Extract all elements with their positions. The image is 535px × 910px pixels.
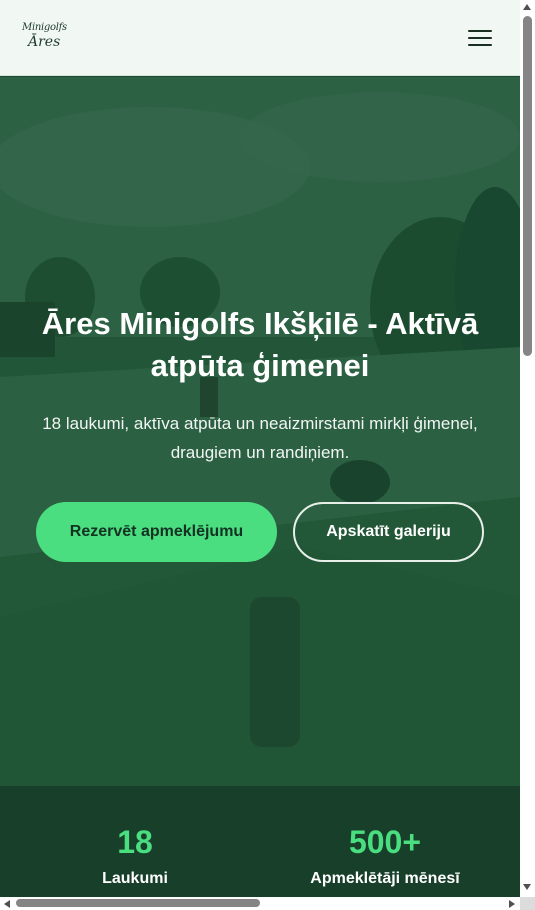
hero-title: Āres Minigolfs Ikšķilē - Aktīvā atpūta ģ…: [41, 306, 479, 383]
stat-visitors: 500+ Apmeklētāji mēnesī: [300, 824, 470, 890]
hero-subtitle: 18 laukumi, aktīva atpūta un neaizmirsta…: [42, 414, 478, 462]
stat-value: 500+: [348, 824, 422, 860]
view-gallery-button[interactable]: Apskatīt galeriju: [293, 502, 484, 562]
stat-value: 18: [117, 824, 153, 860]
site-header: Minigolfs Āres: [0, 0, 520, 76]
logo-text-line1: Minigolfs: [22, 22, 67, 33]
scroll-right-arrow-icon[interactable]: [509, 900, 515, 908]
hamburger-bar: [468, 30, 492, 32]
vertical-scrollbar[interactable]: [520, 0, 535, 897]
hamburger-menu-icon[interactable]: [466, 27, 494, 49]
scroll-up-arrow-icon[interactable]: [523, 4, 531, 10]
reserve-visit-button[interactable]: Rezervēt apmeklējumu: [36, 502, 277, 562]
page: Minigolfs Āres Āres Minigolfs Ikšķilē - …: [0, 0, 520, 897]
stat-label: Laukumi: [102, 870, 168, 887]
scroll-left-arrow-icon[interactable]: [4, 900, 10, 908]
horizontal-scroll-thumb[interactable]: [16, 899, 260, 907]
stat-label: Apmeklētāji mēnesī: [310, 870, 460, 887]
hero-section: Āres Minigolfs Ikšķilē - Aktīvā atpūta ģ…: [0, 77, 520, 786]
scroll-down-arrow-icon[interactable]: [523, 884, 531, 890]
logo[interactable]: Minigolfs Āres: [22, 22, 67, 54]
scrollbar-corner: [520, 897, 535, 910]
vertical-scroll-thumb[interactable]: [523, 16, 532, 356]
hamburger-bar: [468, 37, 492, 39]
hamburger-bar: [468, 44, 492, 46]
stats-section: 18 Laukumi 500+ Apmeklētāji mēnesī: [0, 786, 520, 897]
horizontal-scrollbar[interactable]: [0, 897, 520, 910]
logo-text-line2: Āres: [28, 34, 61, 50]
stat-courses: 18 Laukumi: [60, 824, 210, 890]
